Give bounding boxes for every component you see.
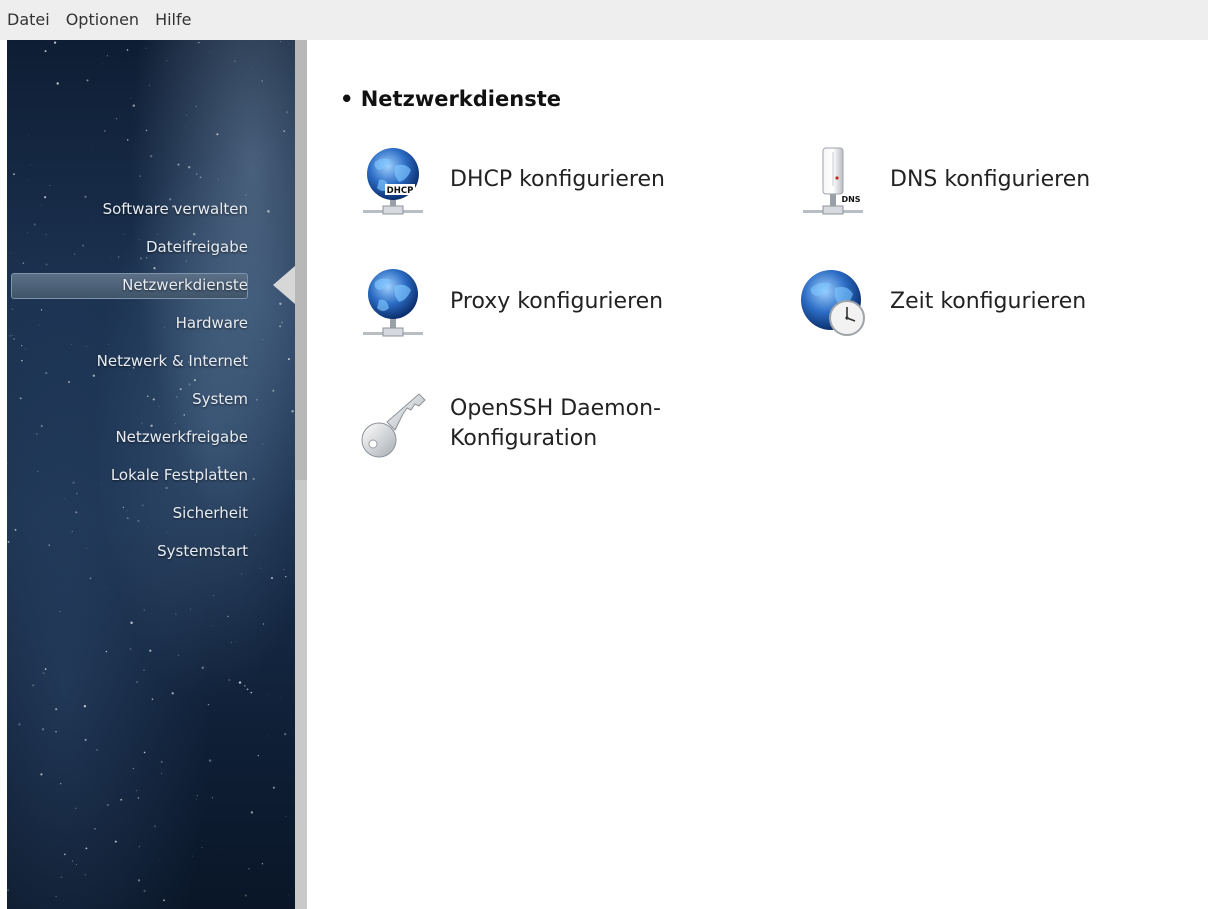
proxy-globe-icon xyxy=(363,269,423,337)
sidebar-item-systemstart[interactable]: Systemstart xyxy=(7,532,295,570)
sidebar-item-system[interactable]: System xyxy=(7,380,295,418)
sidebar-item-dateifreigabe[interactable]: Dateifreigabe xyxy=(7,228,295,266)
sidebar-nav: Software verwalten Dateifreigabe Netzwer… xyxy=(7,190,295,570)
main-content: • Netzwerkdienste DHCP DHCP konfiguriere… xyxy=(307,40,1208,909)
sidebar: Software verwalten Dateifreigabe Netzwer… xyxy=(7,40,295,909)
dns-badge-text: DNS xyxy=(841,195,860,204)
sidebar-item-label: Systemstart xyxy=(157,542,248,560)
tool-label: DNS konfigurieren xyxy=(890,167,1091,192)
menu-optionen[interactable]: Optionen xyxy=(58,0,147,40)
selection-arrow-icon xyxy=(273,266,295,304)
dns-server-icon: DNS xyxy=(803,147,863,215)
tool-label: OpenSSH Daemon- Konfiguration xyxy=(450,396,661,451)
sidebar-scrollbar[interactable] xyxy=(295,40,307,909)
sidebar-item-label: Hardware xyxy=(175,314,248,332)
sidebar-item-label: Netzwerkdienste xyxy=(122,276,248,294)
sidebar-item-netzwerkfreigabe[interactable]: Netzwerkfreigabe xyxy=(7,418,295,456)
tool-openssh-configure[interactable]: OpenSSH Daemon- Konfiguration xyxy=(357,388,661,460)
sidebar-item-label: Software verwalten xyxy=(102,200,248,218)
sidebar-item-label: Netzwerkfreigabe xyxy=(115,428,248,446)
tool-proxy-configure[interactable]: Proxy konfigurieren xyxy=(357,266,663,338)
sidebar-item-label: System xyxy=(192,390,248,408)
sidebar-item-sicherheit[interactable]: Sicherheit xyxy=(7,494,295,532)
tool-label: DHCP konfigurieren xyxy=(450,167,665,192)
scrollbar-thumb[interactable] xyxy=(295,40,307,480)
menu-datei[interactable]: Datei xyxy=(0,0,58,40)
tool-label: Proxy konfigurieren xyxy=(450,289,664,314)
sidebar-item-label: Lokale Festplatten xyxy=(110,466,248,484)
sidebar-item-label: Dateifreigabe xyxy=(146,238,248,256)
tool-time-configure[interactable]: Zeit konfigurieren xyxy=(797,266,1086,338)
tool-label: Zeit konfigurieren xyxy=(890,289,1087,314)
key-icon xyxy=(361,393,426,458)
sidebar-item-lokale-festplatten[interactable]: Lokale Festplatten xyxy=(7,456,295,494)
sidebar-item-software-verwalten[interactable]: Software verwalten xyxy=(7,190,295,228)
tool-dns-configure[interactable]: DNS DNS konfigurieren xyxy=(797,144,1090,216)
dhcp-globe-icon: DHCP xyxy=(363,148,423,215)
sidebar-item-hardware[interactable]: Hardware xyxy=(7,304,295,342)
tool-dhcp-configure[interactable]: DHCP DHCP konfigurieren xyxy=(357,144,665,216)
sidebar-item-label: Sicherheit xyxy=(172,504,248,522)
sidebar-item-netzwerkdienste[interactable]: Netzwerkdienste xyxy=(7,266,295,304)
menu-hilfe[interactable]: Hilfe xyxy=(147,0,199,40)
sidebar-item-netzwerk-internet[interactable]: Netzwerk & Internet xyxy=(7,342,295,380)
menubar: Datei Optionen Hilfe xyxy=(0,0,1208,40)
sidebar-item-label: Netzwerk & Internet xyxy=(96,352,248,370)
dhcp-badge-text: DHCP xyxy=(387,186,414,196)
globe-clock-icon xyxy=(801,270,865,336)
section-title: • Netzwerkdienste xyxy=(340,87,561,111)
